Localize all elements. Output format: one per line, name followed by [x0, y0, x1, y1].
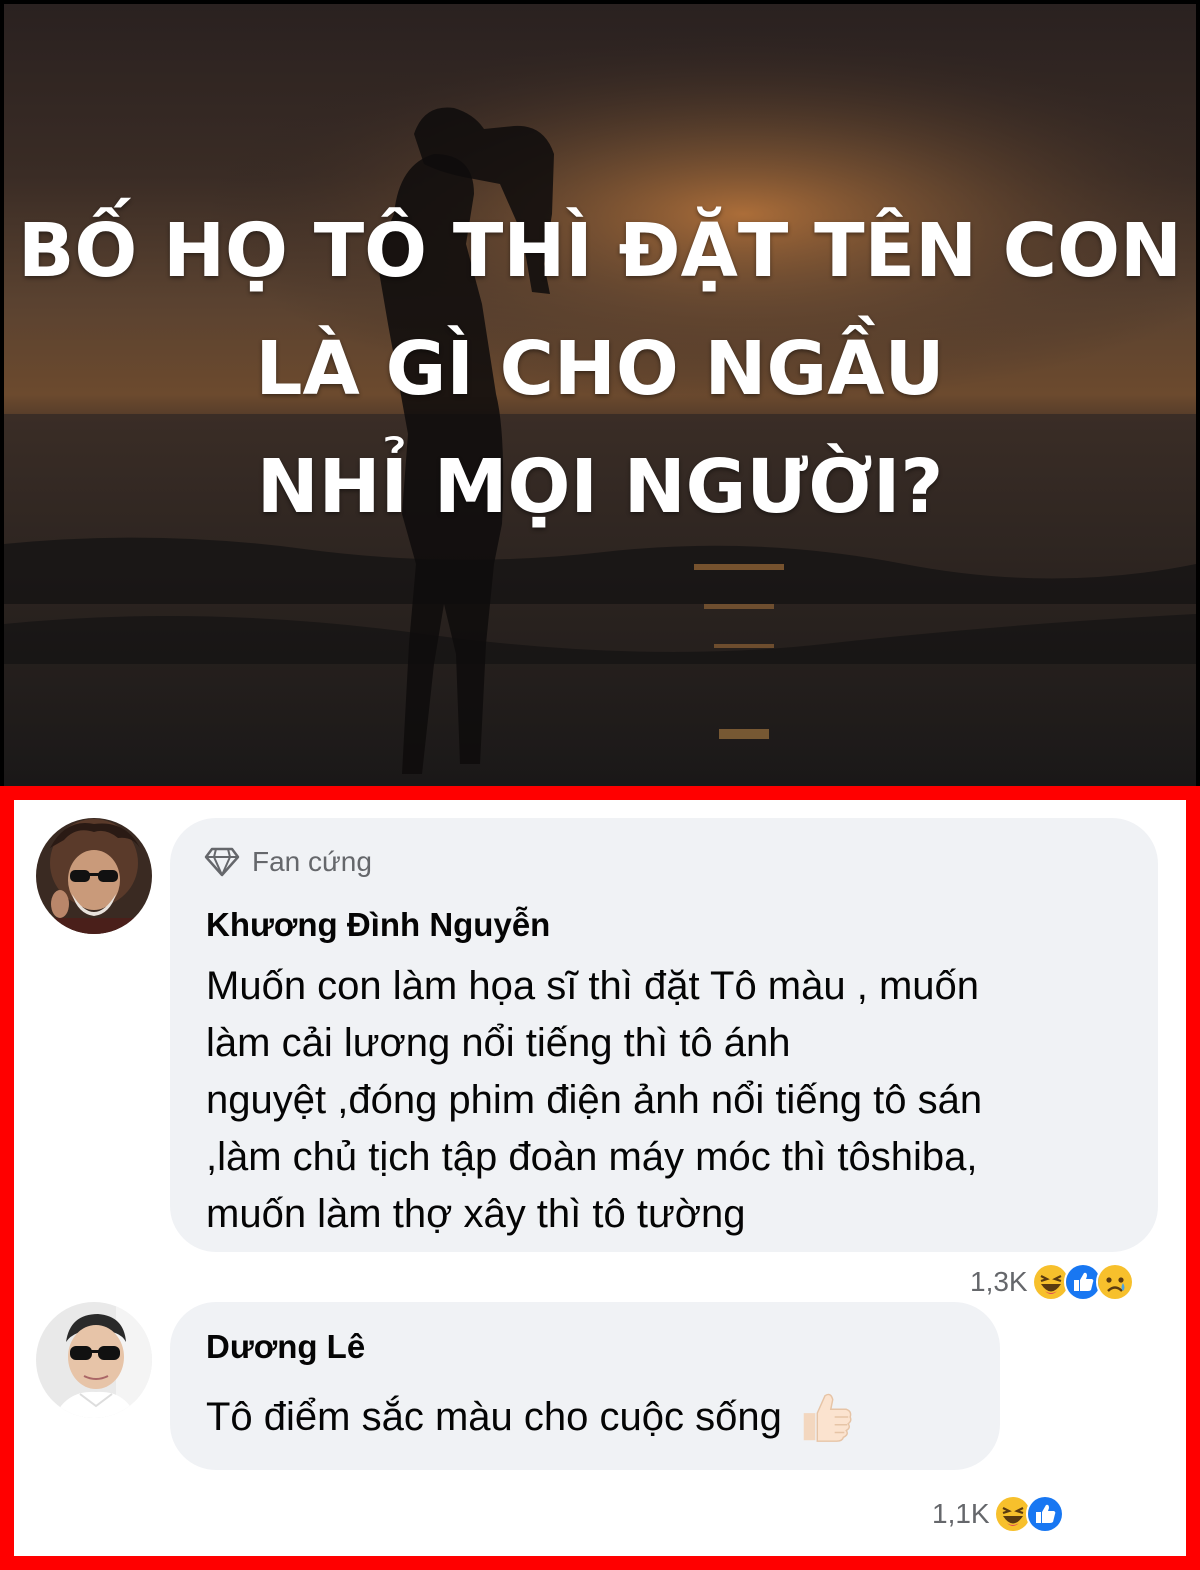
reaction-count: 1,1K — [932, 1498, 990, 1529]
post-title: BỐ HỌ TÔ THÌ ĐẶT TÊN CON LÀ GÌ CHO NGẦU … — [4, 192, 1196, 546]
reaction-summary[interactable]: 1,1K — [932, 1492, 1064, 1536]
comment-bubble: Fan cứng Khương Đình Nguyễn Muốn con làm… — [170, 818, 1158, 1252]
comment-text-row: Tô điểm sắc màu cho cuộc sống — [206, 1388, 854, 1446]
reaction-summary[interactable]: 1,3K — [970, 1260, 1134, 1304]
reaction-count: 1,3K — [970, 1266, 1028, 1297]
badge-label: Fan cứng — [252, 846, 372, 877]
comment-text: Muốn con làm họa sĩ thì đặt Tô màu , muố… — [206, 964, 983, 1236]
comment-bubble: Dương Lê Tô điểm sắc màu cho cuộc sống — [170, 1302, 1000, 1470]
thumbs-up-icon — [803, 1393, 852, 1442]
post-image[interactable]: BỐ HỌ TÔ THÌ ĐẶT TÊN CON LÀ GÌ CHO NGẦU … — [4, 4, 1196, 786]
comment-text: Tô điểm sắc màu cho cuộc sống — [206, 1394, 782, 1439]
comment-author[interactable]: Dương Lê — [206, 1328, 365, 1366]
post-title-line: BỐ HỌ TÔ THÌ ĐẶT TÊN CON — [18, 208, 1182, 294]
post-title-line: NHỈ MỌI NGƯỜI? — [256, 444, 944, 530]
avatar-image — [36, 818, 152, 934]
comment-author[interactable]: Khương Đình Nguyễn — [206, 906, 550, 944]
avatar[interactable] — [36, 818, 152, 934]
avatar[interactable] — [36, 1302, 152, 1418]
sad-icon — [1095, 1263, 1134, 1301]
fan-badge[interactable]: Fan cứng — [204, 844, 372, 880]
avatar-image — [36, 1302, 152, 1418]
like-icon — [1025, 1495, 1064, 1533]
post-title-line: LÀ GÌ CHO NGẦU — [255, 326, 945, 412]
comments-highlight-frame: Fan cứng Khương Đình Nguyễn Muốn con làm… — [0, 786, 1200, 1570]
diamond-icon — [204, 847, 240, 877]
